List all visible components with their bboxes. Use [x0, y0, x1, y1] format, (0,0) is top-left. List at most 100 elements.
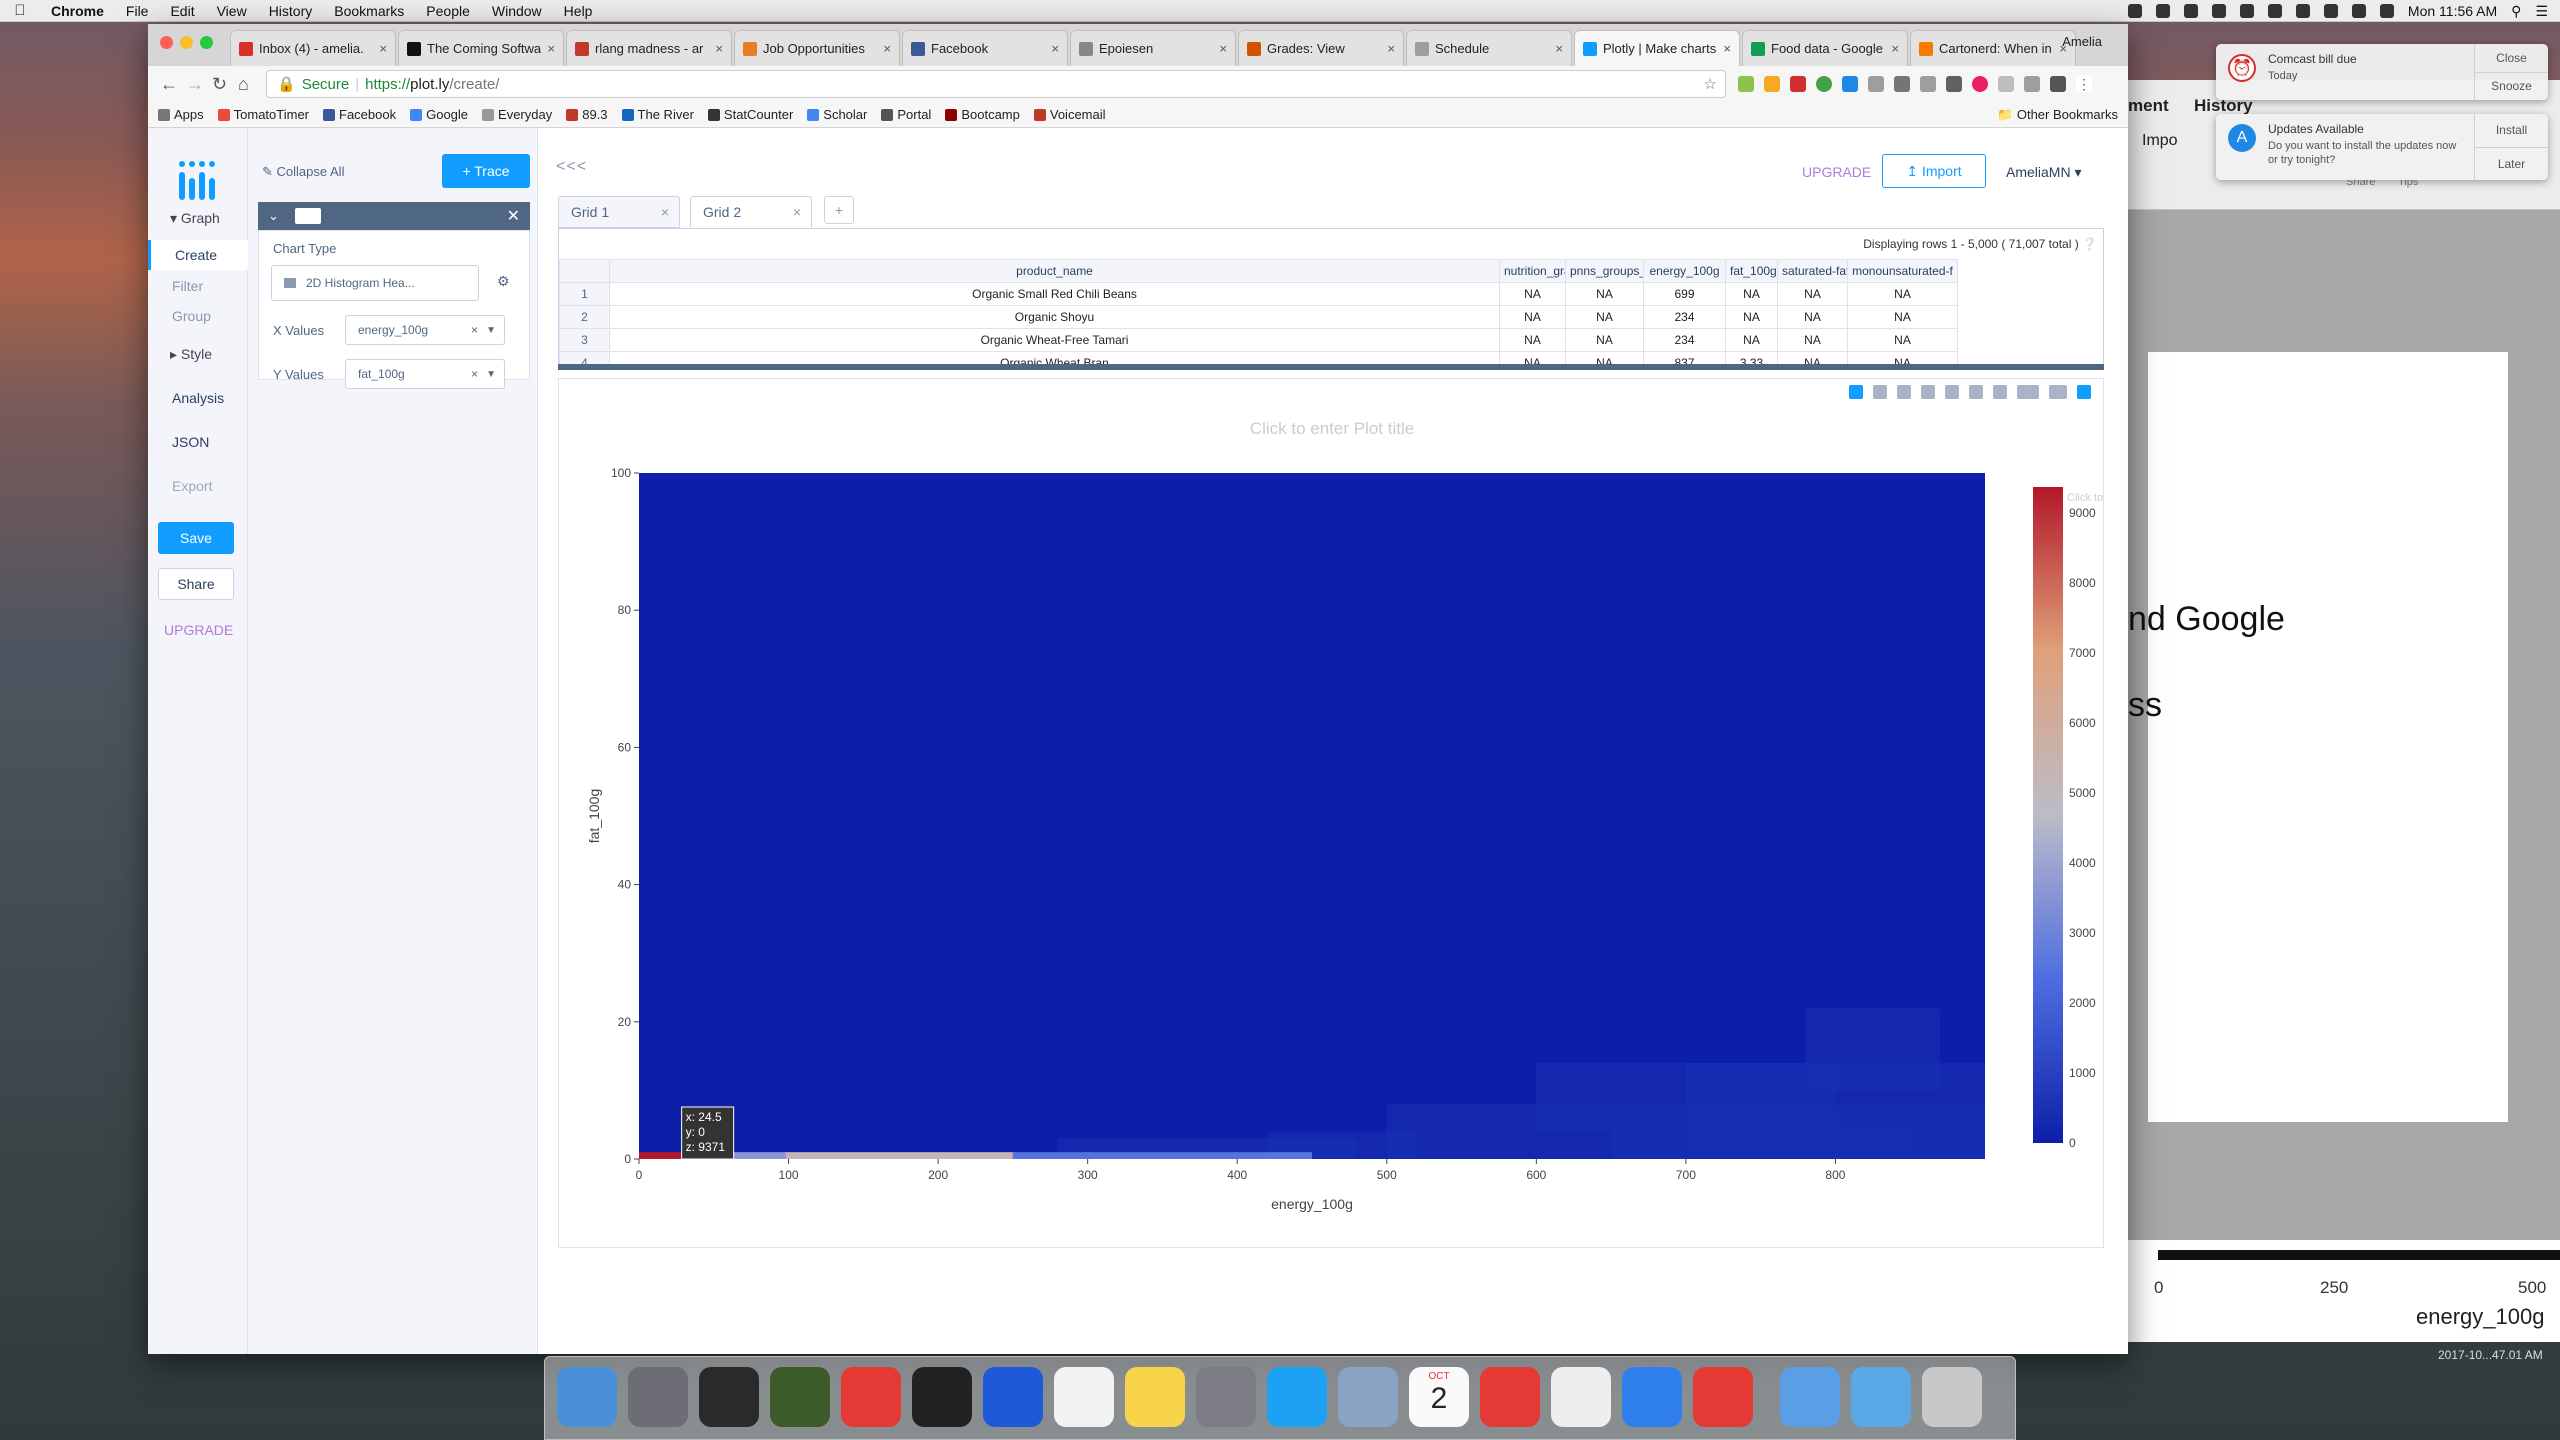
- table-cell[interactable]: NA: [1565, 282, 1644, 306]
- address-bar[interactable]: 🔒 Secure | https:// plot.ly /create/ ☆: [266, 70, 1726, 98]
- extension-icon[interactable]: [1816, 76, 1832, 92]
- downloads-dock-icon[interactable]: [1851, 1367, 1911, 1427]
- heatmap-cell[interactable]: [1805, 1008, 1941, 1091]
- menu-history[interactable]: History: [258, 3, 324, 19]
- bookmark-item[interactable]: TomatoTimer: [217, 107, 309, 122]
- extension-icon[interactable]: [1842, 76, 1858, 92]
- table-cell[interactable]: Organic Small Red Chili Beans: [609, 282, 1500, 306]
- table-cell[interactable]: 234: [1643, 305, 1726, 329]
- notification-reminder[interactable]: ⏰ Comcast bill due Today Close Snooze: [2216, 44, 2548, 100]
- extension-icon[interactable]: [2024, 76, 2040, 92]
- system-preferences-dock-icon[interactable]: [1196, 1367, 1256, 1427]
- upgrade-top-link[interactable]: UPGRADE: [1802, 164, 1871, 180]
- notification-snooze-button[interactable]: Snooze: [2475, 71, 2548, 101]
- close-tab-icon[interactable]: ×: [1219, 41, 1227, 56]
- tab-grid-1[interactable]: Grid 1 ×: [558, 196, 680, 228]
- chart-type-select[interactable]: 2D Histogram Hea...: [271, 265, 479, 301]
- table-cell[interactable]: NA: [1725, 282, 1778, 306]
- close-tab-icon[interactable]: ×: [1051, 41, 1059, 56]
- notification-close-button[interactable]: Close: [2475, 44, 2548, 72]
- trace-header[interactable]: ⌄ ✕: [258, 202, 530, 230]
- table-row[interactable]: 1 Organic Small Red Chili Beans NA NA 699 NA N…: [559, 282, 1958, 306]
- column-header[interactable]: monounsaturated-f: [1847, 259, 1958, 283]
- nav-create[interactable]: Create: [148, 240, 248, 270]
- plotly-logo-icon[interactable]: [174, 158, 218, 202]
- clear-icon[interactable]: ×: [471, 323, 478, 337]
- browser-tab[interactable]: Cartonerd: When in ×: [1910, 30, 2076, 66]
- calendar-dock-icon[interactable]: OCT 2: [1409, 1367, 1469, 1427]
- browser-tab[interactable]: Schedule ×: [1406, 30, 1572, 66]
- menu-file[interactable]: File: [115, 3, 160, 19]
- table-cell[interactable]: Organic Shoyu: [609, 305, 1500, 329]
- notification-later-button[interactable]: Later: [2475, 146, 2548, 181]
- column-header[interactable]: pnns_groups_1: [1565, 259, 1644, 283]
- delete-trace-icon[interactable]: ✕: [507, 206, 520, 226]
- heatmap-chart[interactable]: 0 100 200 300 400 500 600 700 800020406080100ene…: [559, 379, 2105, 1249]
- sync-icon[interactable]: [2211, 4, 2226, 18]
- table-cell[interactable]: NA: [1847, 282, 1958, 306]
- extension-icon[interactable]: [1738, 76, 1754, 92]
- close-tab-icon[interactable]: ×: [1387, 41, 1395, 56]
- menu-people[interactable]: People: [415, 3, 481, 19]
- collapse-panel-button[interactable]: <<<: [556, 158, 587, 176]
- table-cell[interactable]: NA: [1565, 328, 1644, 352]
- table-cell[interactable]: NA: [1847, 305, 1958, 329]
- volume-icon[interactable]: [2323, 4, 2338, 18]
- table-row[interactable]: 2 Organic Shoyu NA NA 234 NA NA NA: [559, 305, 1958, 329]
- nav-analysis[interactable]: Analysis: [172, 390, 224, 406]
- heatmap-cell[interactable]: [1012, 1152, 1312, 1159]
- close-icon[interactable]: ×: [661, 204, 669, 220]
- extension-icon[interactable]: [1998, 76, 2014, 92]
- notification-install-button[interactable]: Install: [2475, 114, 2548, 147]
- chevron-down-icon[interactable]: ⌄: [268, 208, 279, 224]
- r-dock-icon[interactable]: [983, 1367, 1043, 1427]
- table-cell[interactable]: NA: [1565, 305, 1644, 329]
- collapse-all-button[interactable]: ✎ Collapse All: [262, 164, 344, 180]
- input-flag-icon[interactable]: [2379, 4, 2394, 18]
- launchpad-dock-icon[interactable]: [628, 1367, 688, 1427]
- extension-icon[interactable]: [1894, 76, 1910, 92]
- table-cell[interactable]: NA: [1725, 305, 1778, 329]
- apple-menu-icon[interactable]: : [0, 2, 40, 19]
- gear-icon[interactable]: ⚙: [497, 273, 510, 290]
- add-trace-button[interactable]: + Trace: [442, 154, 530, 188]
- background-tab[interactable]: ment: [2128, 96, 2169, 116]
- spotlight-icon[interactable]: ⚲: [2511, 3, 2521, 20]
- dashboard-dock-icon[interactable]: [699, 1367, 759, 1427]
- table-row[interactable]: 3 Organic Wheat-Free Tamari NA NA 234 NA NA NA: [559, 328, 1958, 352]
- window-close-icon[interactable]: [160, 36, 173, 49]
- browser-tab[interactable]: Food data - Google ×: [1742, 30, 1908, 66]
- menu-app[interactable]: Chrome: [40, 3, 115, 19]
- colorbar-title[interactable]: Click to enter: [2067, 492, 2105, 504]
- mission-control-dock-icon[interactable]: [770, 1367, 830, 1427]
- add-grid-button[interactable]: +: [824, 196, 854, 224]
- twitter-dock-icon[interactable]: [1267, 1367, 1327, 1427]
- bookmark-item[interactable]: Everyday: [482, 107, 552, 122]
- share-button[interactable]: Share: [158, 568, 234, 600]
- table-cell[interactable]: NA: [1725, 328, 1778, 352]
- table-cell[interactable]: 234: [1643, 328, 1726, 352]
- extension-icon[interactable]: [1946, 76, 1962, 92]
- bookmark-item[interactable]: StatCounter: [707, 107, 793, 122]
- status-icon[interactable]: [2127, 4, 2142, 18]
- menu-bookmarks[interactable]: Bookmarks: [323, 3, 415, 19]
- background-import[interactable]: Impo: [2142, 132, 2178, 150]
- textedit-dock-icon[interactable]: [1054, 1367, 1114, 1427]
- time-machine-icon[interactable]: [2239, 4, 2254, 18]
- close-tab-icon[interactable]: ×: [883, 41, 891, 56]
- browser-tab[interactable]: Facebook ×: [902, 30, 1068, 66]
- menu-help[interactable]: Help: [553, 3, 604, 19]
- extension-icon[interactable]: [1790, 76, 1806, 92]
- browser-tab[interactable]: Job Opportunities ×: [734, 30, 900, 66]
- dropbox-icon[interactable]: [2183, 4, 2198, 18]
- x-values-select[interactable]: energy_100g × ▼: [345, 315, 505, 345]
- slack-dock-icon[interactable]: [1551, 1367, 1611, 1427]
- browser-tab[interactable]: rlang madness - ar ×: [566, 30, 732, 66]
- preview-dock-icon[interactable]: [1338, 1367, 1398, 1427]
- import-button[interactable]: ↥ Import: [1882, 154, 1986, 188]
- battery-icon[interactable]: [2351, 4, 2366, 18]
- browser-tab[interactable]: Inbox (4) - amelia. ×: [230, 30, 396, 66]
- extension-icon[interactable]: [1920, 76, 1936, 92]
- keynote-dock-icon[interactable]: [1622, 1367, 1682, 1427]
- save-button[interactable]: Save: [158, 522, 234, 554]
